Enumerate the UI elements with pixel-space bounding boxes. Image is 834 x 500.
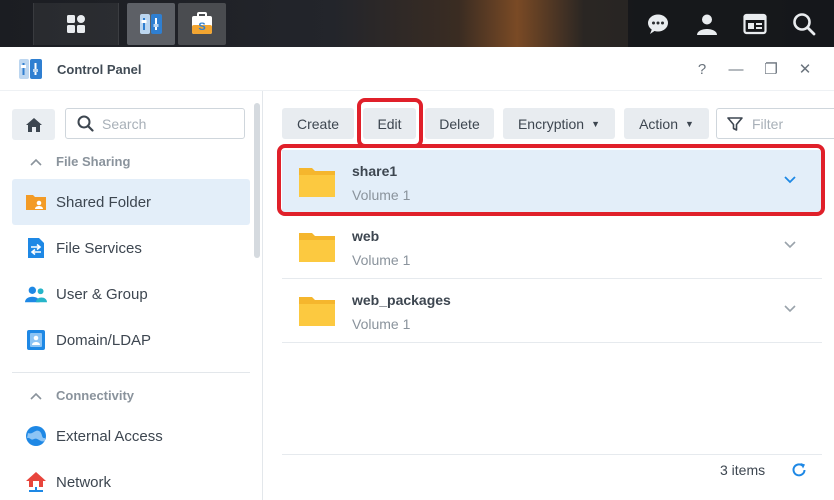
section-file-sharing[interactable]: File Sharing	[30, 154, 130, 169]
section-connectivity[interactable]: Connectivity	[30, 388, 134, 403]
sidebar-item-external-access[interactable]: External Access	[12, 413, 250, 459]
sidebar-item-user-group[interactable]: User & Group	[12, 271, 250, 317]
sidebar: File Sharing Shared Folder File Services	[0, 91, 263, 500]
user-icon	[696, 14, 717, 35]
taskbar-tray	[628, 0, 834, 47]
encryption-button[interactable]: Encryption ▼	[503, 108, 615, 139]
global-search-button[interactable]	[784, 4, 824, 44]
filter-input[interactable]	[752, 115, 822, 132]
folder-icon	[299, 297, 335, 326]
search-box[interactable]	[65, 108, 245, 139]
widgets-button[interactable]	[735, 4, 775, 44]
folder-volume: Volume 1	[352, 316, 411, 332]
file-services-icon	[25, 237, 47, 259]
filter-box[interactable]	[716, 108, 834, 139]
restore-button[interactable]: ❐	[759, 57, 783, 81]
control-panel-icon	[140, 14, 162, 34]
close-button[interactable]: ✕	[793, 57, 817, 81]
chevron-up-icon	[30, 158, 42, 166]
create-button[interactable]: Create	[282, 108, 354, 139]
help-icon: ?	[697, 60, 707, 78]
main-menu-button[interactable]	[33, 3, 119, 45]
folder-name: web	[352, 228, 380, 244]
refresh-button[interactable]	[789, 460, 809, 480]
delete-button[interactable]: Delete	[425, 108, 494, 139]
grid-icon	[67, 15, 85, 33]
shared-folder-icon	[25, 191, 47, 213]
sidebar-item-label: Network	[56, 473, 112, 491]
widgets-icon	[743, 13, 767, 34]
folder-volume: Volume 1	[352, 252, 411, 268]
chevron-up-icon	[30, 392, 42, 400]
folder-name: web_packages	[352, 292, 451, 308]
sidebar-item-file-services[interactable]: File Services	[12, 225, 250, 271]
sidebar-item-label: User & Group	[56, 285, 148, 303]
user-group-icon	[25, 283, 47, 305]
sidebar-item-label: Shared Folder	[56, 193, 152, 211]
list-item[interactable]: share1 Volume 1	[282, 150, 822, 214]
caret-down-icon: ▼	[591, 118, 601, 129]
list-item[interactable]: web Volume 1	[282, 215, 822, 279]
folder-name: share1	[352, 163, 398, 179]
folder-icon	[299, 168, 335, 197]
sidebar-item-network[interactable]: Network	[12, 459, 250, 500]
item-count: 3 items	[720, 462, 766, 478]
section-label: File Sharing	[56, 154, 131, 169]
sidebar-item-label: Domain/LDAP	[56, 331, 152, 349]
sidebar-scrollbar[interactable]	[254, 103, 260, 258]
svg-text:S: S	[198, 21, 205, 33]
home-button[interactable]	[12, 109, 55, 140]
sidebar-divider	[12, 372, 250, 373]
section-label: Connectivity	[56, 388, 135, 403]
taskbar-control-panel[interactable]	[127, 3, 175, 45]
home-icon	[25, 117, 42, 132]
control-panel-icon	[19, 59, 42, 79]
chevron-down-icon[interactable]	[782, 172, 798, 188]
sidebar-item-label: External Access	[56, 427, 163, 445]
window-titlebar: Control Panel ? — ❐ ✕	[0, 47, 834, 91]
edit-button[interactable]: Edit	[363, 108, 416, 139]
sidebar-item-label: File Services	[56, 239, 142, 257]
caret-down-icon: ▼	[685, 118, 694, 129]
domain-ldap-icon	[25, 329, 47, 351]
taskbar-package-center[interactable]: S	[178, 3, 226, 45]
close-icon: ✕	[798, 61, 812, 78]
help-button[interactable]: ?	[690, 57, 714, 81]
action-button[interactable]: Action ▼	[624, 108, 709, 139]
taskbar: S	[0, 0, 834, 47]
restore-icon: ❐	[764, 61, 778, 78]
filter-icon	[727, 116, 743, 131]
search-icon	[792, 12, 816, 35]
folder-volume: Volume 1	[352, 187, 411, 203]
action-label: Action	[639, 115, 678, 132]
folder-icon	[299, 233, 335, 262]
sidebar-item-domain-ldap[interactable]: Domain/LDAP	[12, 317, 250, 363]
minimize-icon: —	[728, 60, 744, 78]
minimize-button[interactable]: —	[724, 57, 748, 81]
refresh-icon	[792, 463, 806, 477]
search-input[interactable]	[102, 115, 222, 132]
chat-icon	[648, 14, 669, 34]
package-center-icon: S	[192, 12, 212, 34]
user-menu-button[interactable]	[687, 4, 727, 44]
chevron-down-icon[interactable]	[782, 237, 798, 253]
external-access-icon	[25, 425, 47, 447]
network-icon	[25, 471, 47, 493]
notifications-button[interactable]	[638, 4, 678, 44]
chevron-down-icon[interactable]	[782, 301, 798, 317]
footer-divider	[282, 454, 822, 455]
list-item[interactable]: web_packages Volume 1	[282, 279, 822, 343]
search-icon	[77, 115, 94, 132]
window-title: Control Panel	[57, 62, 142, 77]
encryption-label: Encryption	[517, 115, 585, 132]
sidebar-item-shared-folder[interactable]: Shared Folder	[12, 179, 250, 225]
